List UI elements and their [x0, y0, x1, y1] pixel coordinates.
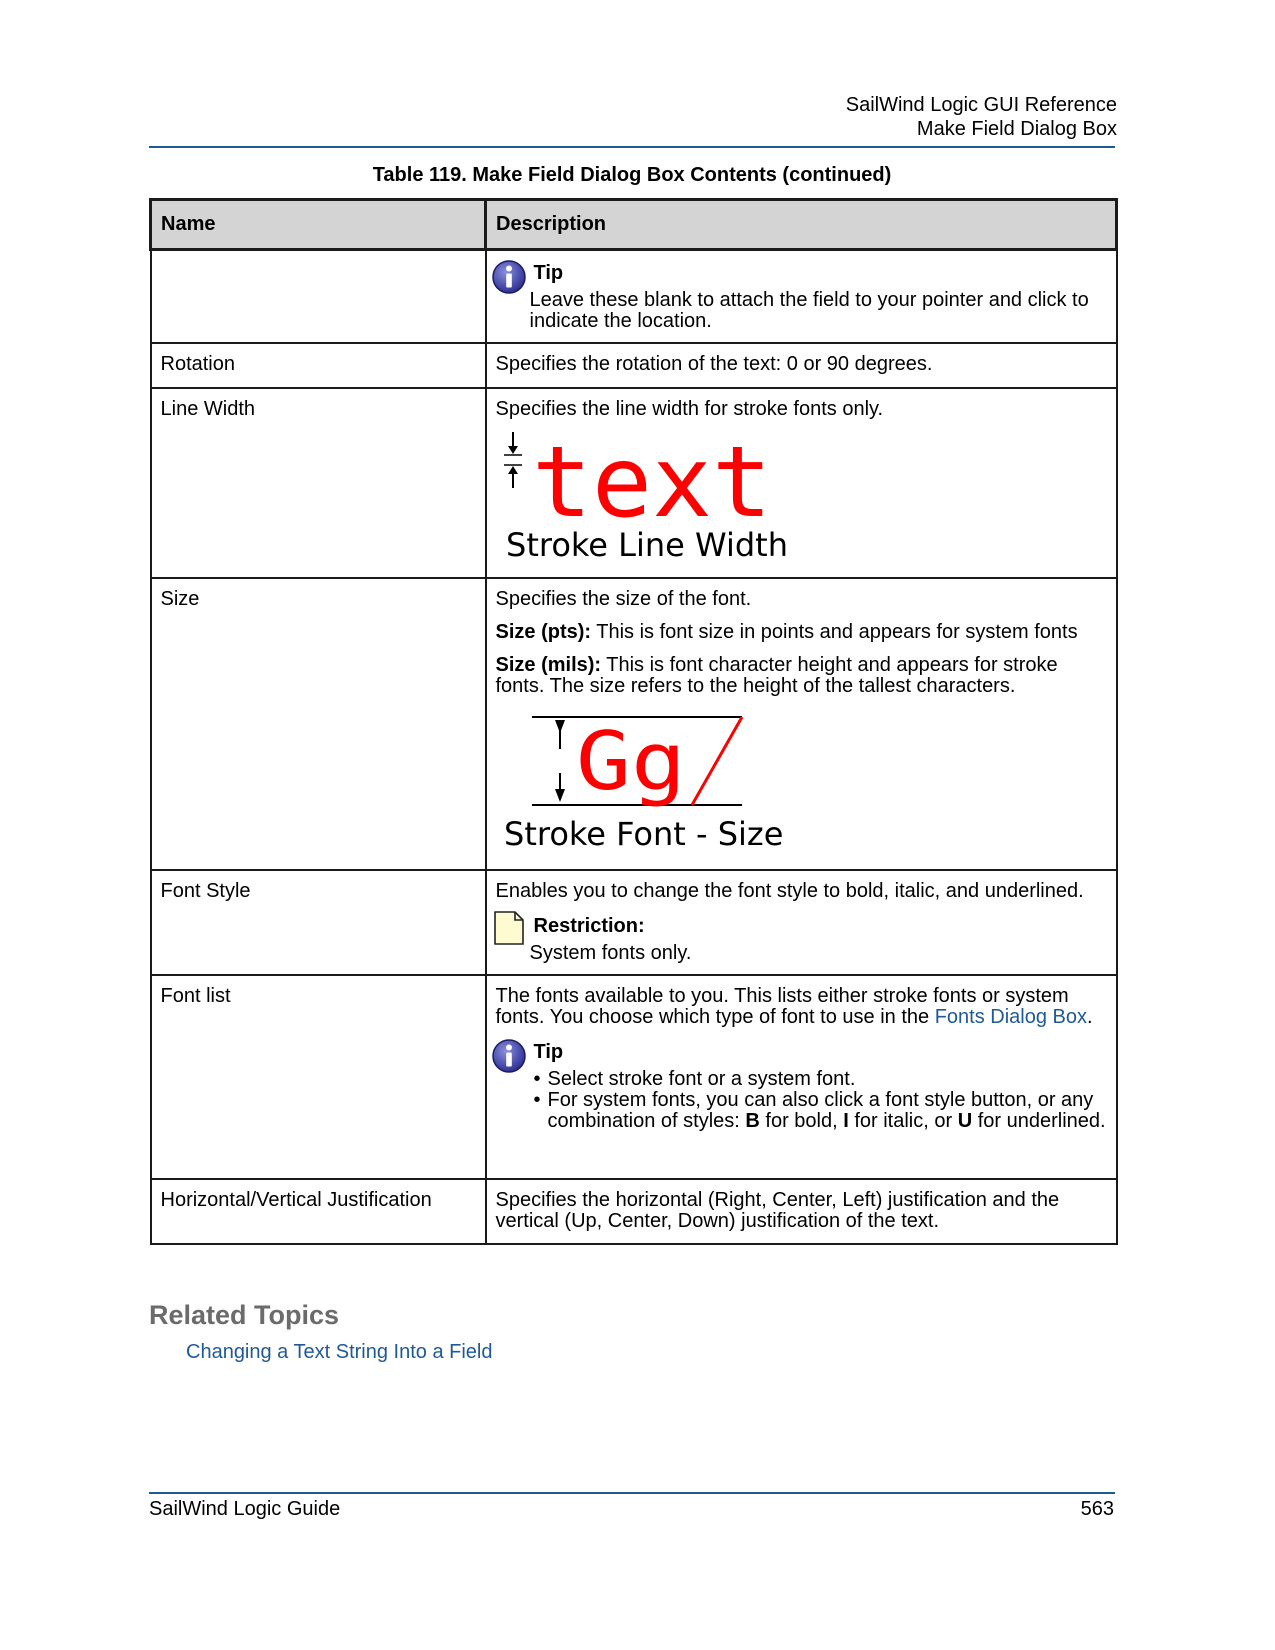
stroke-sample-gg: Gg: [576, 715, 686, 808]
row-name: Line Width: [149, 387, 487, 579]
table-row: Line Width Specifies the line width for …: [149, 387, 1118, 579]
size-pts-paragraph: Size (pts): This is font size in points …: [496, 622, 1107, 643]
table-caption: Table 119. Make Field Dialog Box Content…: [372, 164, 892, 186]
row-description: Specifies the horizontal (Right, Center,…: [484, 1178, 1118, 1245]
bullet-text: for italic, or: [848, 1110, 958, 1132]
list-item: Select stroke font or a system font.: [534, 1069, 1107, 1091]
stroke-font-size-figure: Gg Stroke Font - Size: [504, 715, 783, 853]
row-name: Font list: [149, 974, 487, 1180]
related-topic-link[interactable]: Changing a Text String Into a Field: [186, 1341, 492, 1364]
list-item: For system fonts, you can also click a f…: [534, 1090, 1107, 1132]
contents-table: Name Description Tip Leave these blank t…: [149, 198, 1118, 1245]
table-row: Size Specifies the size of the font. Siz…: [149, 577, 1118, 871]
restriction-text: System fonts only.: [529, 942, 692, 964]
stroke-line-width-caption: Stroke Line Width: [506, 526, 786, 564]
tip-note: Tip Select stroke font or a system font.…: [491, 1039, 1107, 1132]
tip-title: Tip: [533, 1041, 564, 1063]
footer-rule: [149, 1492, 1115, 1494]
underline-style-label: U: [957, 1110, 973, 1132]
tip-text: Leave these blank to attach the field to…: [529, 289, 1089, 332]
row-description: Specifies the line width for stroke font…: [484, 387, 1118, 579]
table-row: Font list The fonts available to you. Th…: [149, 974, 1118, 1180]
document-icon: [493, 911, 524, 945]
row-description: Enables you to change the font style to …: [484, 869, 1118, 976]
row-description: The fonts available to you. This lists e…: [484, 974, 1118, 1180]
row-name: Horizontal/Vertical Justification: [149, 1178, 487, 1245]
table-header-row: Name Description: [149, 198, 1118, 251]
row-name: Font Style: [149, 869, 487, 976]
row-description: Specifies the rotation of the text: 0 or…: [484, 342, 1118, 389]
tip-bullet-list: Select stroke font or a system font. For…: [504, 1069, 1107, 1132]
size-pts-label: Size (pts):: [495, 621, 592, 643]
row-name: Size: [149, 577, 487, 871]
table-row: Font Style Enables you to change the fon…: [149, 869, 1118, 976]
table-row: Rotation Specifies the rotation of the t…: [149, 342, 1118, 389]
row-description-text: Enables you to change the font style to …: [495, 880, 1084, 902]
header-rule: [149, 146, 1115, 148]
tip-note: Tip Leave these blank to attach the fiel…: [491, 260, 1107, 332]
running-header-title: SailWind Logic GUI Reference: [845, 94, 1117, 116]
stroke-font-size-caption: Stroke Font - Size: [504, 815, 783, 853]
size-mils-paragraph: Size (mils): This is font character heig…: [496, 655, 1107, 697]
row-description-text: The fonts available to you. This lists e…: [496, 986, 1107, 1028]
running-header-section: Make Field Dialog Box: [916, 118, 1117, 140]
related-topics-heading: Related Topics: [149, 1300, 340, 1330]
fonts-dialog-box-link[interactable]: Fonts Dialog Box: [935, 1006, 1087, 1028]
bullet-text: for underlined.: [972, 1110, 1106, 1132]
size-pts-text: This is font size in points and appears …: [591, 621, 1078, 643]
page-number: 563: [1080, 1498, 1114, 1520]
tip-title: Tip: [533, 262, 564, 284]
column-header-description: Description: [484, 198, 1118, 251]
column-header-name: Name: [149, 198, 487, 251]
info-icon: [491, 1039, 526, 1073]
bold-style-label: B: [745, 1110, 760, 1132]
row-name: Rotation: [149, 342, 487, 389]
size-mils-label: Size (mils):: [495, 654, 602, 676]
row-description: Specifies the size of the font. Size (pt…: [484, 577, 1118, 871]
stroke-line-width-figure: text Stroke Line Width: [503, 426, 786, 564]
stroke-sample-text: text: [532, 426, 772, 540]
info-icon: [491, 260, 526, 294]
table-row: Tip Leave these blank to attach the fiel…: [149, 248, 1118, 344]
table-row: Horizontal/Vertical Justification Specif…: [149, 1178, 1118, 1245]
row-description-text: Specifies the size of the font.: [495, 588, 752, 610]
restriction-note: Restriction: System fonts only.: [493, 911, 1107, 964]
restriction-title: Restriction:: [533, 915, 645, 937]
row-name: [149, 248, 487, 344]
row-description-text: Specifies the line width for stroke font…: [495, 398, 884, 420]
bullet-text: for bold,: [759, 1110, 844, 1132]
row-description: Tip Leave these blank to attach the fiel…: [484, 248, 1118, 344]
footer-guide-title: SailWind Logic Guide: [149, 1498, 341, 1520]
font-list-desc-end: .: [1087, 1006, 1093, 1028]
